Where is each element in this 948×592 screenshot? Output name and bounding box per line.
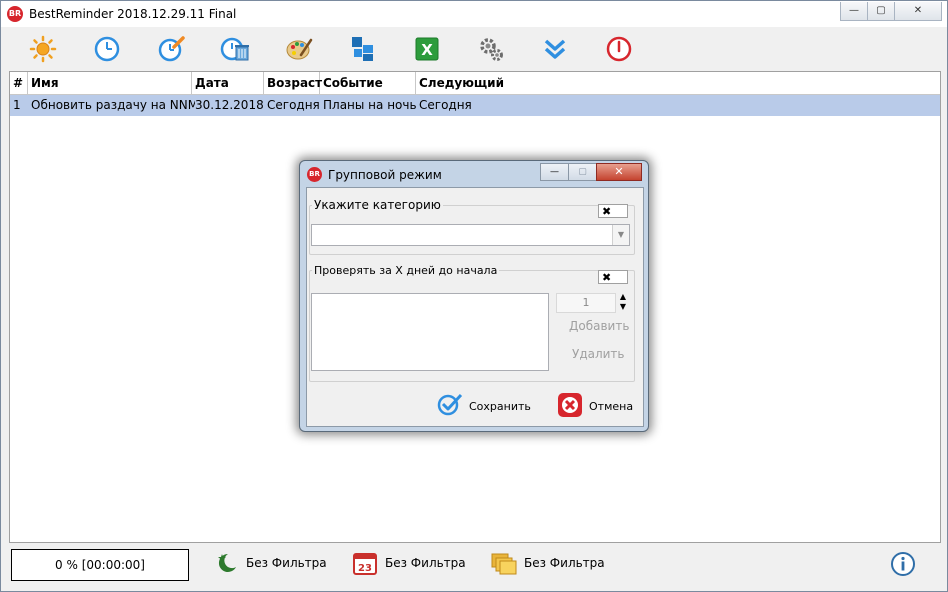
days-stepper[interactable]: 1 xyxy=(556,293,616,313)
remove-button[interactable]: Удалить xyxy=(572,347,625,361)
group-mode-dialog: BR Групповой режим — ▢ ✕ Укажите категор… xyxy=(299,160,649,432)
column-header-age[interactable]: Возраст xyxy=(264,72,322,94)
dialog-maximize-button[interactable]: ▢ xyxy=(568,163,597,181)
table-row[interactable]: 1 Обновить раздачу на NNM 30.12.2018 Сег… xyxy=(10,95,940,116)
filter-label-2[interactable]: Без Фильтра xyxy=(385,556,466,570)
save-label: Сохранить xyxy=(469,400,531,413)
cell-next: Сегодня xyxy=(419,98,472,112)
cancel-label: Отмена xyxy=(589,400,634,413)
days-label: Проверять за X дней до начала xyxy=(312,264,500,277)
dialog-close-button[interactable]: ✕ xyxy=(596,163,642,181)
toolbar: X xyxy=(1,27,947,71)
calendar-icon[interactable]: 23 xyxy=(352,550,378,576)
save-button[interactable]: Сохранить xyxy=(437,392,533,420)
add-button[interactable]: Добавить xyxy=(569,319,629,333)
column-header-number[interactable]: # xyxy=(10,72,28,94)
dialog-logo-icon: BR xyxy=(307,167,322,182)
palette-icon xyxy=(286,38,313,60)
status-bar: 0 % [00:00:00] Без Фильтра 23 Без Фильтр… xyxy=(1,546,947,591)
app-logo-icon: BR xyxy=(7,6,23,22)
toolbar-button-excel[interactable]: X xyxy=(410,33,444,65)
dialog-title-bar: BR Групповой режим — ▢ ✕ xyxy=(300,161,648,187)
maximize-button[interactable]: ▢ xyxy=(867,2,895,21)
clock-edit-icon xyxy=(158,36,185,62)
days-clear-button[interactable]: ✖ xyxy=(598,270,628,284)
toolbar-button-edit[interactable] xyxy=(154,33,188,65)
gears-icon xyxy=(480,38,503,61)
toolbar-button-settings[interactable] xyxy=(474,33,508,65)
cancel-button[interactable]: Отмена xyxy=(557,392,643,420)
checkmark-icon xyxy=(437,393,463,416)
arrow-down-icon[interactable]: ▼ xyxy=(617,302,629,312)
info-icon[interactable] xyxy=(890,551,916,577)
double-chevron-down-icon xyxy=(544,39,566,59)
close-button[interactable]: ✕ xyxy=(894,2,942,21)
moon-star-icon[interactable] xyxy=(214,551,238,575)
arrow-up-icon[interactable]: ▲ xyxy=(617,292,629,302)
power-icon xyxy=(606,36,632,62)
clock-icon xyxy=(94,36,120,62)
toolbar-button-collapse[interactable] xyxy=(538,33,572,65)
cell-date: 30.12.2018 xyxy=(195,98,264,112)
clear-icon: ✖ xyxy=(602,205,612,218)
table-header: # Имя Дата Возраст Событие Следующий xyxy=(10,72,940,95)
window-title: BestReminder 2018.12.29.11 Final xyxy=(29,7,237,21)
dialog-title: Групповой режим xyxy=(328,168,442,182)
column-header-event[interactable]: Событие xyxy=(320,72,416,94)
category-label: Укажите категорию xyxy=(312,198,443,212)
title-bar: BR BestReminder 2018.12.29.11 Final — ▢ … xyxy=(1,1,947,27)
clear-icon: ✖ xyxy=(602,271,612,284)
toolbar-button-blocks[interactable] xyxy=(346,33,380,65)
column-header-name[interactable]: Имя xyxy=(28,72,192,94)
chevron-down-icon[interactable]: ▼ xyxy=(612,225,629,245)
dialog-body: Укажите категорию ✖ ▼ Проверять за X дне… xyxy=(306,187,644,427)
svg-text:23: 23 xyxy=(358,563,372,574)
category-dropdown[interactable]: ▼ xyxy=(311,224,630,246)
cell-age: Сегодня xyxy=(267,98,320,112)
svg-text:X: X xyxy=(421,41,433,59)
minimize-button[interactable]: — xyxy=(840,2,868,21)
toolbar-button-sun[interactable] xyxy=(26,33,60,65)
sun-icon xyxy=(29,35,57,63)
filter-label-3[interactable]: Без Фильтра xyxy=(524,556,605,570)
days-list[interactable] xyxy=(311,293,549,371)
toolbar-button-palette[interactable] xyxy=(282,33,316,65)
dialog-minimize-button[interactable]: — xyxy=(540,163,569,181)
toolbar-button-exit[interactable] xyxy=(602,33,636,65)
column-header-next[interactable]: Следующий xyxy=(416,72,940,94)
cell-event: Планы на ночь xyxy=(323,98,417,112)
toolbar-button-clock[interactable] xyxy=(90,33,124,65)
column-header-date[interactable]: Дата xyxy=(192,72,264,94)
days-value: 1 xyxy=(582,296,590,309)
folders-icon[interactable] xyxy=(491,551,517,575)
toolbar-button-delete[interactable] xyxy=(218,33,252,65)
excel-icon: X xyxy=(415,37,439,61)
cell-name: Обновить раздачу на NNM xyxy=(31,98,195,112)
filter-label-1[interactable]: Без Фильтра xyxy=(246,556,327,570)
progress-indicator: 0 % [00:00:00] xyxy=(11,549,189,581)
blocks-icon xyxy=(352,37,373,61)
category-clear-button[interactable]: ✖ xyxy=(598,204,628,218)
stepper-arrows[interactable]: ▲ ▼ xyxy=(617,292,629,312)
clock-delete-icon xyxy=(220,37,249,61)
cancel-icon xyxy=(558,393,582,417)
